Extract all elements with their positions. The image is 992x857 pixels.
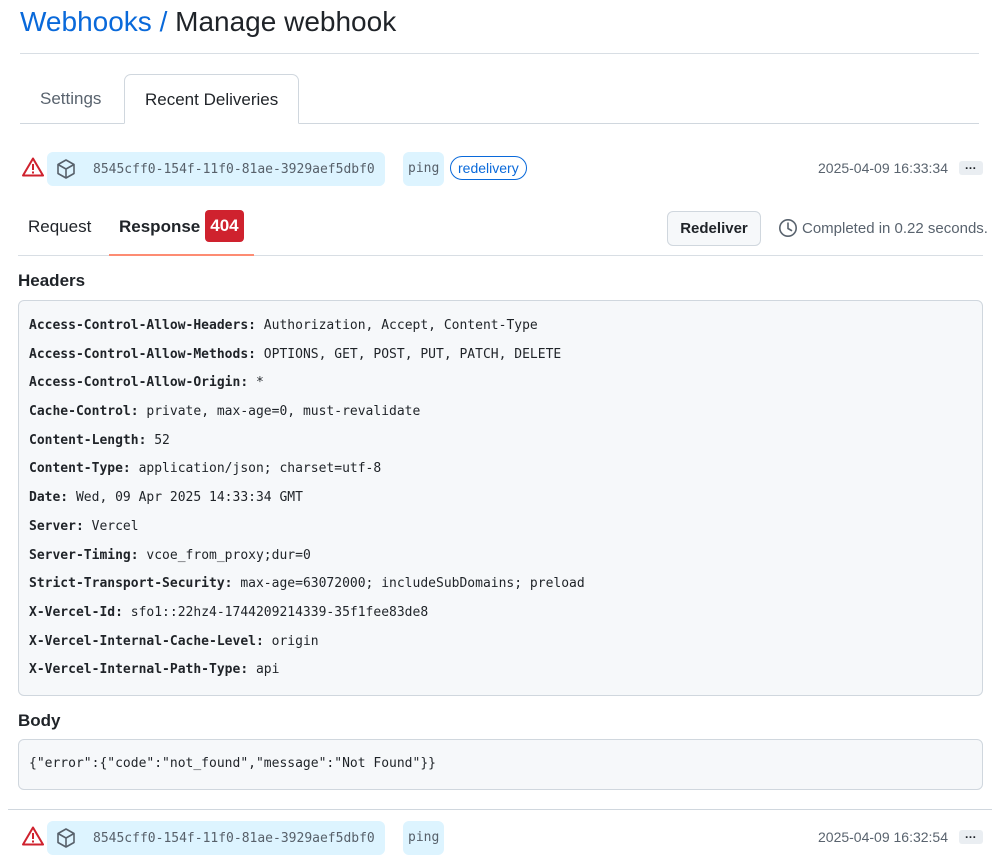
header-value: Wed, 09 Apr 2025 14:33:34 GMT — [68, 490, 303, 506]
header-value: Authorization, Accept, Content-Type — [255, 318, 538, 333]
delivery-row[interactable]: 8545cff0-154f-11f0-81ae-3929aef5dbf0 pin… — [20, 820, 983, 855]
delivery-guid-link[interactable]: 8545cff0-154f-11f0-81ae-3929aef5dbf0 — [47, 821, 385, 855]
event-label: ping — [403, 821, 445, 855]
header-line: Cache-Control: private, max-age=0, must-… — [29, 402, 972, 431]
breadcrumb-webhooks-link[interactable]: Webhooks — [20, 6, 152, 37]
header-line: Content-Length: 52 — [29, 431, 972, 460]
header-value: * — [248, 375, 264, 391]
header-line: Content-Type: application/json; charset=… — [29, 459, 972, 488]
header-value: sfo1::22hz4-1744209214339-35f1fee83de8 — [122, 604, 429, 620]
header-line: Date: Wed, 09 Apr 2025 14:33:34 GMT — [29, 488, 972, 517]
tab-request[interactable]: Request — [28, 200, 91, 256]
header-key: Date: — [29, 490, 69, 506]
alert-icon — [22, 826, 44, 846]
header-line: Server-Timing: vcoe_from_proxy;dur=0 — [29, 546, 972, 575]
header-value: vcoe_from_proxy;dur=0 — [138, 547, 311, 563]
header-key: Access-Control-Allow-Methods: — [29, 346, 256, 362]
delivery-guid: 8545cff0-154f-11f0-81ae-3929aef5dbf0 — [93, 830, 375, 846]
header-value: origin — [263, 633, 319, 649]
event-label: ping — [403, 152, 445, 186]
tab-recent-deliveries[interactable]: Recent Deliveries — [124, 74, 300, 124]
delivery-row[interactable]: 8545cff0-154f-11f0-81ae-3929aef5dbf0 pin… — [20, 151, 983, 186]
headers-heading: Headers — [18, 271, 86, 290]
webhook-tabs: Settings Recent Deliveries — [20, 74, 979, 124]
package-icon — [57, 828, 75, 848]
header-key: Access-Control-Allow-Headers: — [29, 318, 256, 333]
header-key: X-Vercel-Id: — [29, 604, 123, 620]
header-key: Strict-Transport-Security: — [29, 576, 233, 592]
header-value: private, max-age=0, must-revalidate — [138, 404, 421, 420]
header-value: 52 — [146, 432, 170, 448]
header-key: Cache-Control: — [29, 404, 139, 420]
header-line: Access-Control-Allow-Methods: OPTIONS, G… — [29, 345, 972, 374]
status-code-badge: 404 — [205, 210, 244, 242]
completion-text: Completed in 0.22 seconds. — [802, 219, 988, 237]
header-key: Server: — [29, 518, 84, 534]
body-heading: Body — [18, 711, 61, 730]
completion-status: Completed in 0.22 seconds. — [778, 216, 988, 240]
clock-icon — [779, 219, 797, 237]
redelivery-badge: redelivery — [450, 156, 527, 180]
header-value: Vercel — [83, 518, 139, 534]
redeliver-button[interactable]: Redeliver — [667, 211, 761, 246]
response-headers: Access-Control-Allow-Headers: Authorizat… — [18, 300, 983, 696]
header-value: api — [248, 662, 280, 678]
header-value: application/json; charset=utf-8 — [130, 461, 382, 477]
header-line: X-Vercel-Internal-Cache-Level: origin — [29, 632, 972, 661]
header-divider — [20, 53, 979, 54]
header-key: X-Vercel-Internal-Cache-Level: — [29, 633, 264, 649]
header-key: X-Vercel-Internal-Path-Type: — [29, 662, 249, 678]
header-value: OPTIONS, GET, POST, PUT, PATCH, DELETE — [255, 346, 562, 362]
header-value: max-age=63072000; includeSubDomains; pre… — [232, 576, 585, 592]
header-key: Server-Timing: — [29, 547, 139, 563]
delivery-guid-link[interactable]: 8545cff0-154f-11f0-81ae-3929aef5dbf0 — [47, 152, 385, 186]
delivery-detail-tabs: Request Response 404 Redeliver Completed … — [18, 200, 988, 256]
tab-settings[interactable]: Settings — [20, 74, 121, 124]
more-options-button[interactable]: … — [959, 159, 983, 175]
page-heading: Manage webhook — [175, 6, 397, 37]
delivery-timestamp: 2025-04-09 16:33:34 — [818, 160, 948, 176]
header-line: Access-Control-Allow-Headers: Authorizat… — [29, 316, 972, 345]
more-options-button[interactable]: … — [959, 828, 983, 844]
header-key: Content-Length: — [29, 432, 147, 448]
header-line: Server: Vercel — [29, 517, 972, 546]
delivery-timestamp: 2025-04-09 16:32:54 — [818, 829, 948, 845]
response-body: {"error":{"code":"not_found","message":"… — [18, 739, 983, 790]
header-line: X-Vercel-Id: sfo1::22hz4-1744209214339-3… — [29, 603, 972, 632]
alert-icon — [22, 157, 44, 177]
delivery-guid: 8545cff0-154f-11f0-81ae-3929aef5dbf0 — [93, 161, 375, 177]
header-line: Access-Control-Allow-Origin: * — [29, 373, 972, 402]
header-key: Content-Type: — [29, 461, 131, 477]
header-key: Access-Control-Allow-Origin: — [29, 375, 249, 391]
package-icon — [57, 159, 75, 179]
page-title: Webhooks / Manage webhook — [20, 4, 396, 40]
header-line: X-Vercel-Internal-Path-Type: api — [29, 660, 972, 689]
tab-response[interactable]: Response 404 — [109, 200, 254, 256]
tab-response-label: Response — [119, 217, 201, 236]
header-line: Strict-Transport-Security: max-age=63072… — [29, 574, 972, 603]
breadcrumb-separator: / — [151, 6, 176, 37]
delivery-divider — [8, 809, 992, 810]
